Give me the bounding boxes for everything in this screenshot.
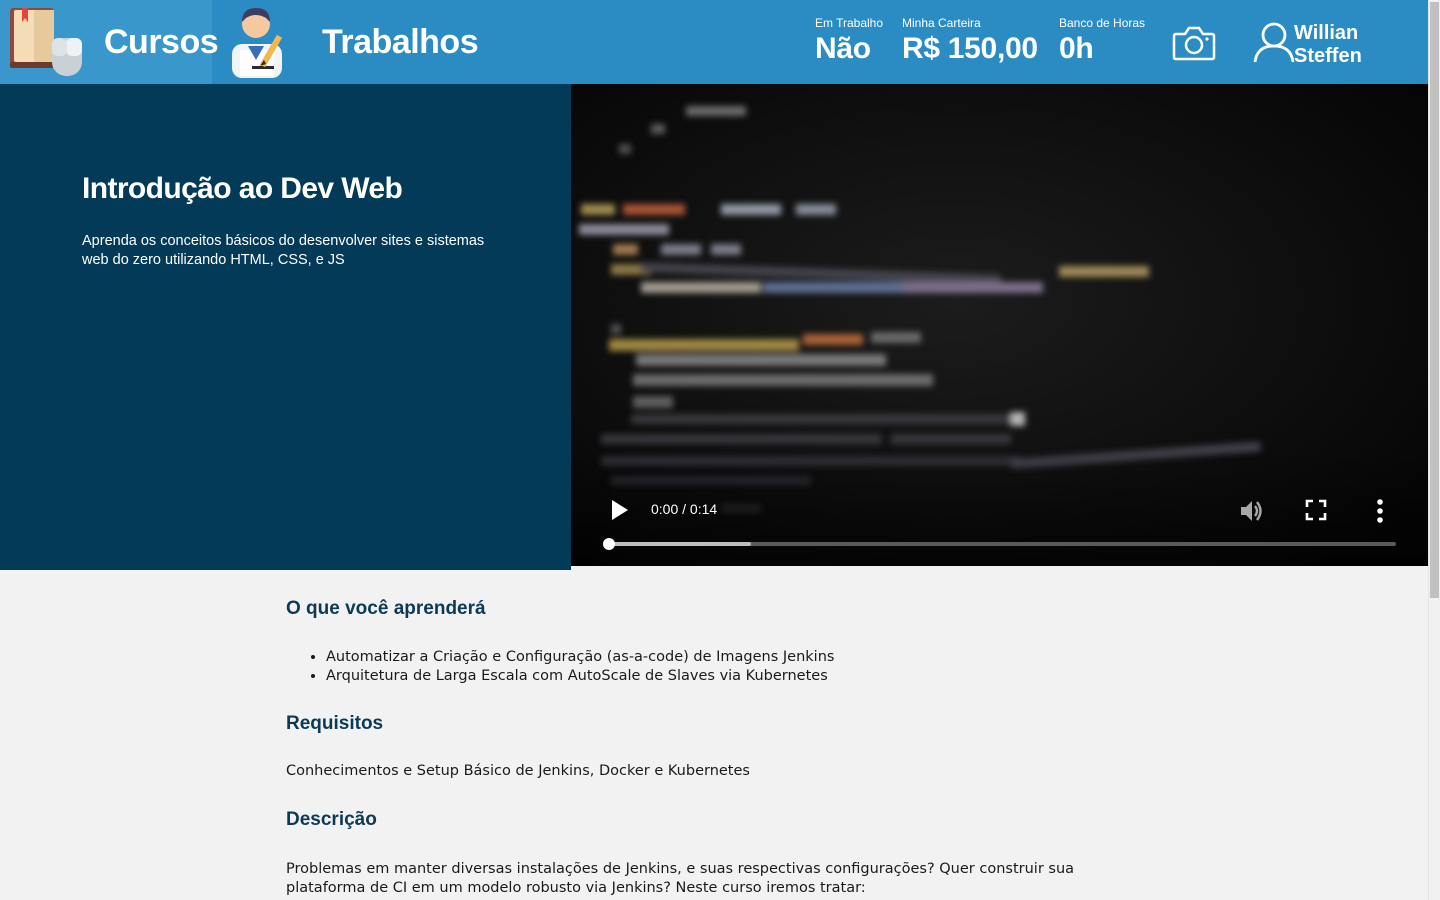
nav-trabalhos-label: Trabalhos bbox=[322, 22, 479, 61]
volume-icon[interactable] bbox=[1237, 496, 1267, 526]
requirements-section-title: Requisitos bbox=[286, 713, 384, 734]
video-seek-handle[interactable] bbox=[603, 538, 615, 550]
fullscreen-icon[interactable] bbox=[1304, 498, 1328, 522]
scrollbar-thumb[interactable] bbox=[1430, 2, 1439, 598]
nav-cursos-label: Cursos bbox=[104, 22, 219, 61]
worker-writing-icon bbox=[212, 0, 292, 85]
video-buffered bbox=[609, 542, 751, 546]
nav-cursos[interactable]: Cursos bbox=[0, 0, 219, 85]
user-name[interactable]: Willian Steffen bbox=[1294, 22, 1428, 68]
description-text: Problemas em manter diversas instalações… bbox=[286, 861, 1075, 896]
list-item: Arquitetura de Larga Escala com AutoScal… bbox=[326, 667, 834, 686]
stat-carteira-value: R$ 150,00 bbox=[902, 32, 1038, 65]
play-icon[interactable] bbox=[609, 498, 631, 522]
camera-icon[interactable] bbox=[1172, 24, 1216, 62]
stat-banco-horas-label: Banco de Horas bbox=[1059, 16, 1146, 30]
stat-em-trabalho: Em Trabalho Não bbox=[815, 16, 883, 66]
user-icon[interactable] bbox=[1252, 20, 1296, 64]
nav-trabalhos[interactable]: Trabalhos bbox=[212, 0, 479, 85]
stat-carteira[interactable]: Minha Carteira R$ 150,00 bbox=[902, 16, 1038, 66]
stat-banco-horas-value: 0h bbox=[1059, 32, 1094, 65]
learn-list: Automatizar a Criação e Configuração (as… bbox=[326, 648, 834, 686]
video-progress-bar[interactable] bbox=[609, 542, 1396, 546]
video-time: 0:00 / 0:14 bbox=[651, 501, 718, 517]
books-mouse-icon bbox=[0, 0, 84, 85]
course-title: Introdução ao Dev Web bbox=[82, 172, 403, 205]
more-options-icon[interactable] bbox=[1371, 497, 1389, 525]
stat-carteira-label: Minha Carteira bbox=[902, 16, 981, 30]
course-subtitle: Aprenda os conceitos básicos do desenvol… bbox=[82, 233, 485, 268]
stat-banco-horas[interactable]: Banco de Horas 0h bbox=[1059, 16, 1145, 66]
list-item: Automatizar a Criação e Configuração (as… bbox=[326, 648, 834, 667]
learn-section-title: O que você aprenderá bbox=[286, 598, 486, 619]
video-player[interactable]: 0:00 / 0:14 bbox=[571, 84, 1428, 566]
description-section-title: Descrição bbox=[286, 809, 377, 830]
top-bar: Cursos Trabalhos Em Trabalho Não Minha C… bbox=[0, 0, 1428, 84]
course-hero: Introdução ao Dev Web Aprenda os conceit… bbox=[0, 84, 571, 570]
requirements-text: Conhecimentos e Setup Básico de Jenkins,… bbox=[286, 763, 750, 779]
stat-em-trabalho-value: Não bbox=[815, 32, 871, 65]
stat-em-trabalho-label: Em Trabalho bbox=[815, 16, 884, 30]
